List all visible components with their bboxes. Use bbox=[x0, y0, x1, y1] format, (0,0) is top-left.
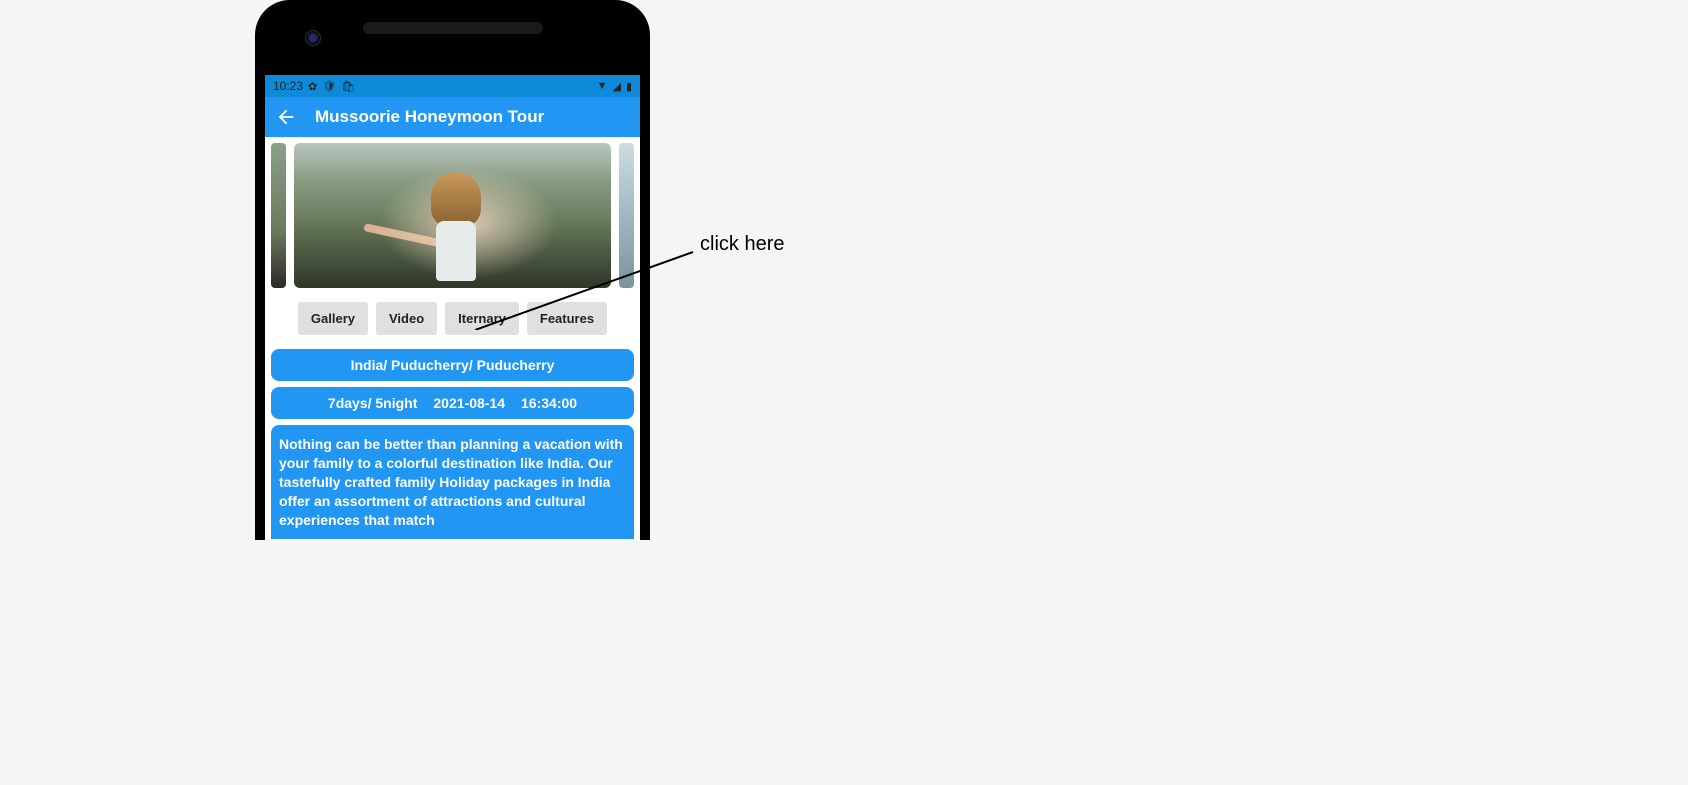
illustration-figure bbox=[421, 172, 491, 282]
page-title: Mussoorie Honeymoon Tour bbox=[315, 107, 544, 127]
tab-features[interactable]: Features bbox=[527, 302, 607, 335]
front-camera bbox=[305, 30, 321, 46]
signal-icon: ◢ bbox=[612, 80, 620, 93]
app-bar: Mussoorie Honeymoon Tour bbox=[265, 97, 640, 137]
carousel-main-image[interactable] bbox=[294, 143, 611, 288]
duration-text: 7days/ 5night bbox=[328, 395, 417, 411]
status-time: 10:23 bbox=[273, 79, 303, 93]
location-pill: India/ Puducherry/ Puducherry bbox=[271, 349, 634, 381]
back-button[interactable] bbox=[275, 106, 297, 128]
carousel-prev-image[interactable] bbox=[271, 143, 286, 288]
time-text: 16:34:00 bbox=[521, 395, 577, 411]
arrow-left-icon bbox=[275, 106, 297, 128]
phone-frame: 10:23 ✿ 🛡 🛍 ▼ ◢ ▮ Mussoorie Honeymoon To… bbox=[255, 0, 650, 540]
phone-speaker bbox=[363, 22, 543, 34]
location-text: India/ Puducherry/ Puducherry bbox=[351, 357, 555, 373]
tabs-row: Gallery Video Iternary Features bbox=[277, 302, 628, 335]
annotation-label: click here bbox=[700, 233, 784, 256]
image-carousel[interactable] bbox=[271, 143, 634, 288]
carousel-next-image[interactable] bbox=[619, 143, 634, 288]
battery-icon: ▮ bbox=[626, 80, 632, 93]
description-text: Nothing can be better than planning a va… bbox=[279, 436, 623, 528]
screen: 10:23 ✿ 🛡 🛍 ▼ ◢ ▮ Mussoorie Honeymoon To… bbox=[265, 75, 640, 540]
tab-gallery[interactable]: Gallery bbox=[298, 302, 368, 335]
gear-icon: ✿ bbox=[308, 80, 317, 93]
briefcase-icon: 🛍 bbox=[341, 80, 355, 93]
date-text: 2021-08-14 bbox=[433, 395, 505, 411]
content-area: Gallery Video Iternary Features India/ P… bbox=[265, 137, 640, 540]
wifi-icon: ▼ bbox=[597, 80, 608, 92]
shield-icon: 🛡 bbox=[322, 80, 336, 93]
status-bar: 10:23 ✿ 🛡 🛍 ▼ ◢ ▮ bbox=[265, 75, 640, 97]
tab-iternary[interactable]: Iternary bbox=[445, 302, 519, 335]
duration-pill: 7days/ 5night 2021-08-14 16:34:00 bbox=[271, 387, 634, 419]
description-box: Nothing can be better than planning a va… bbox=[271, 425, 634, 539]
tab-video[interactable]: Video bbox=[376, 302, 437, 335]
